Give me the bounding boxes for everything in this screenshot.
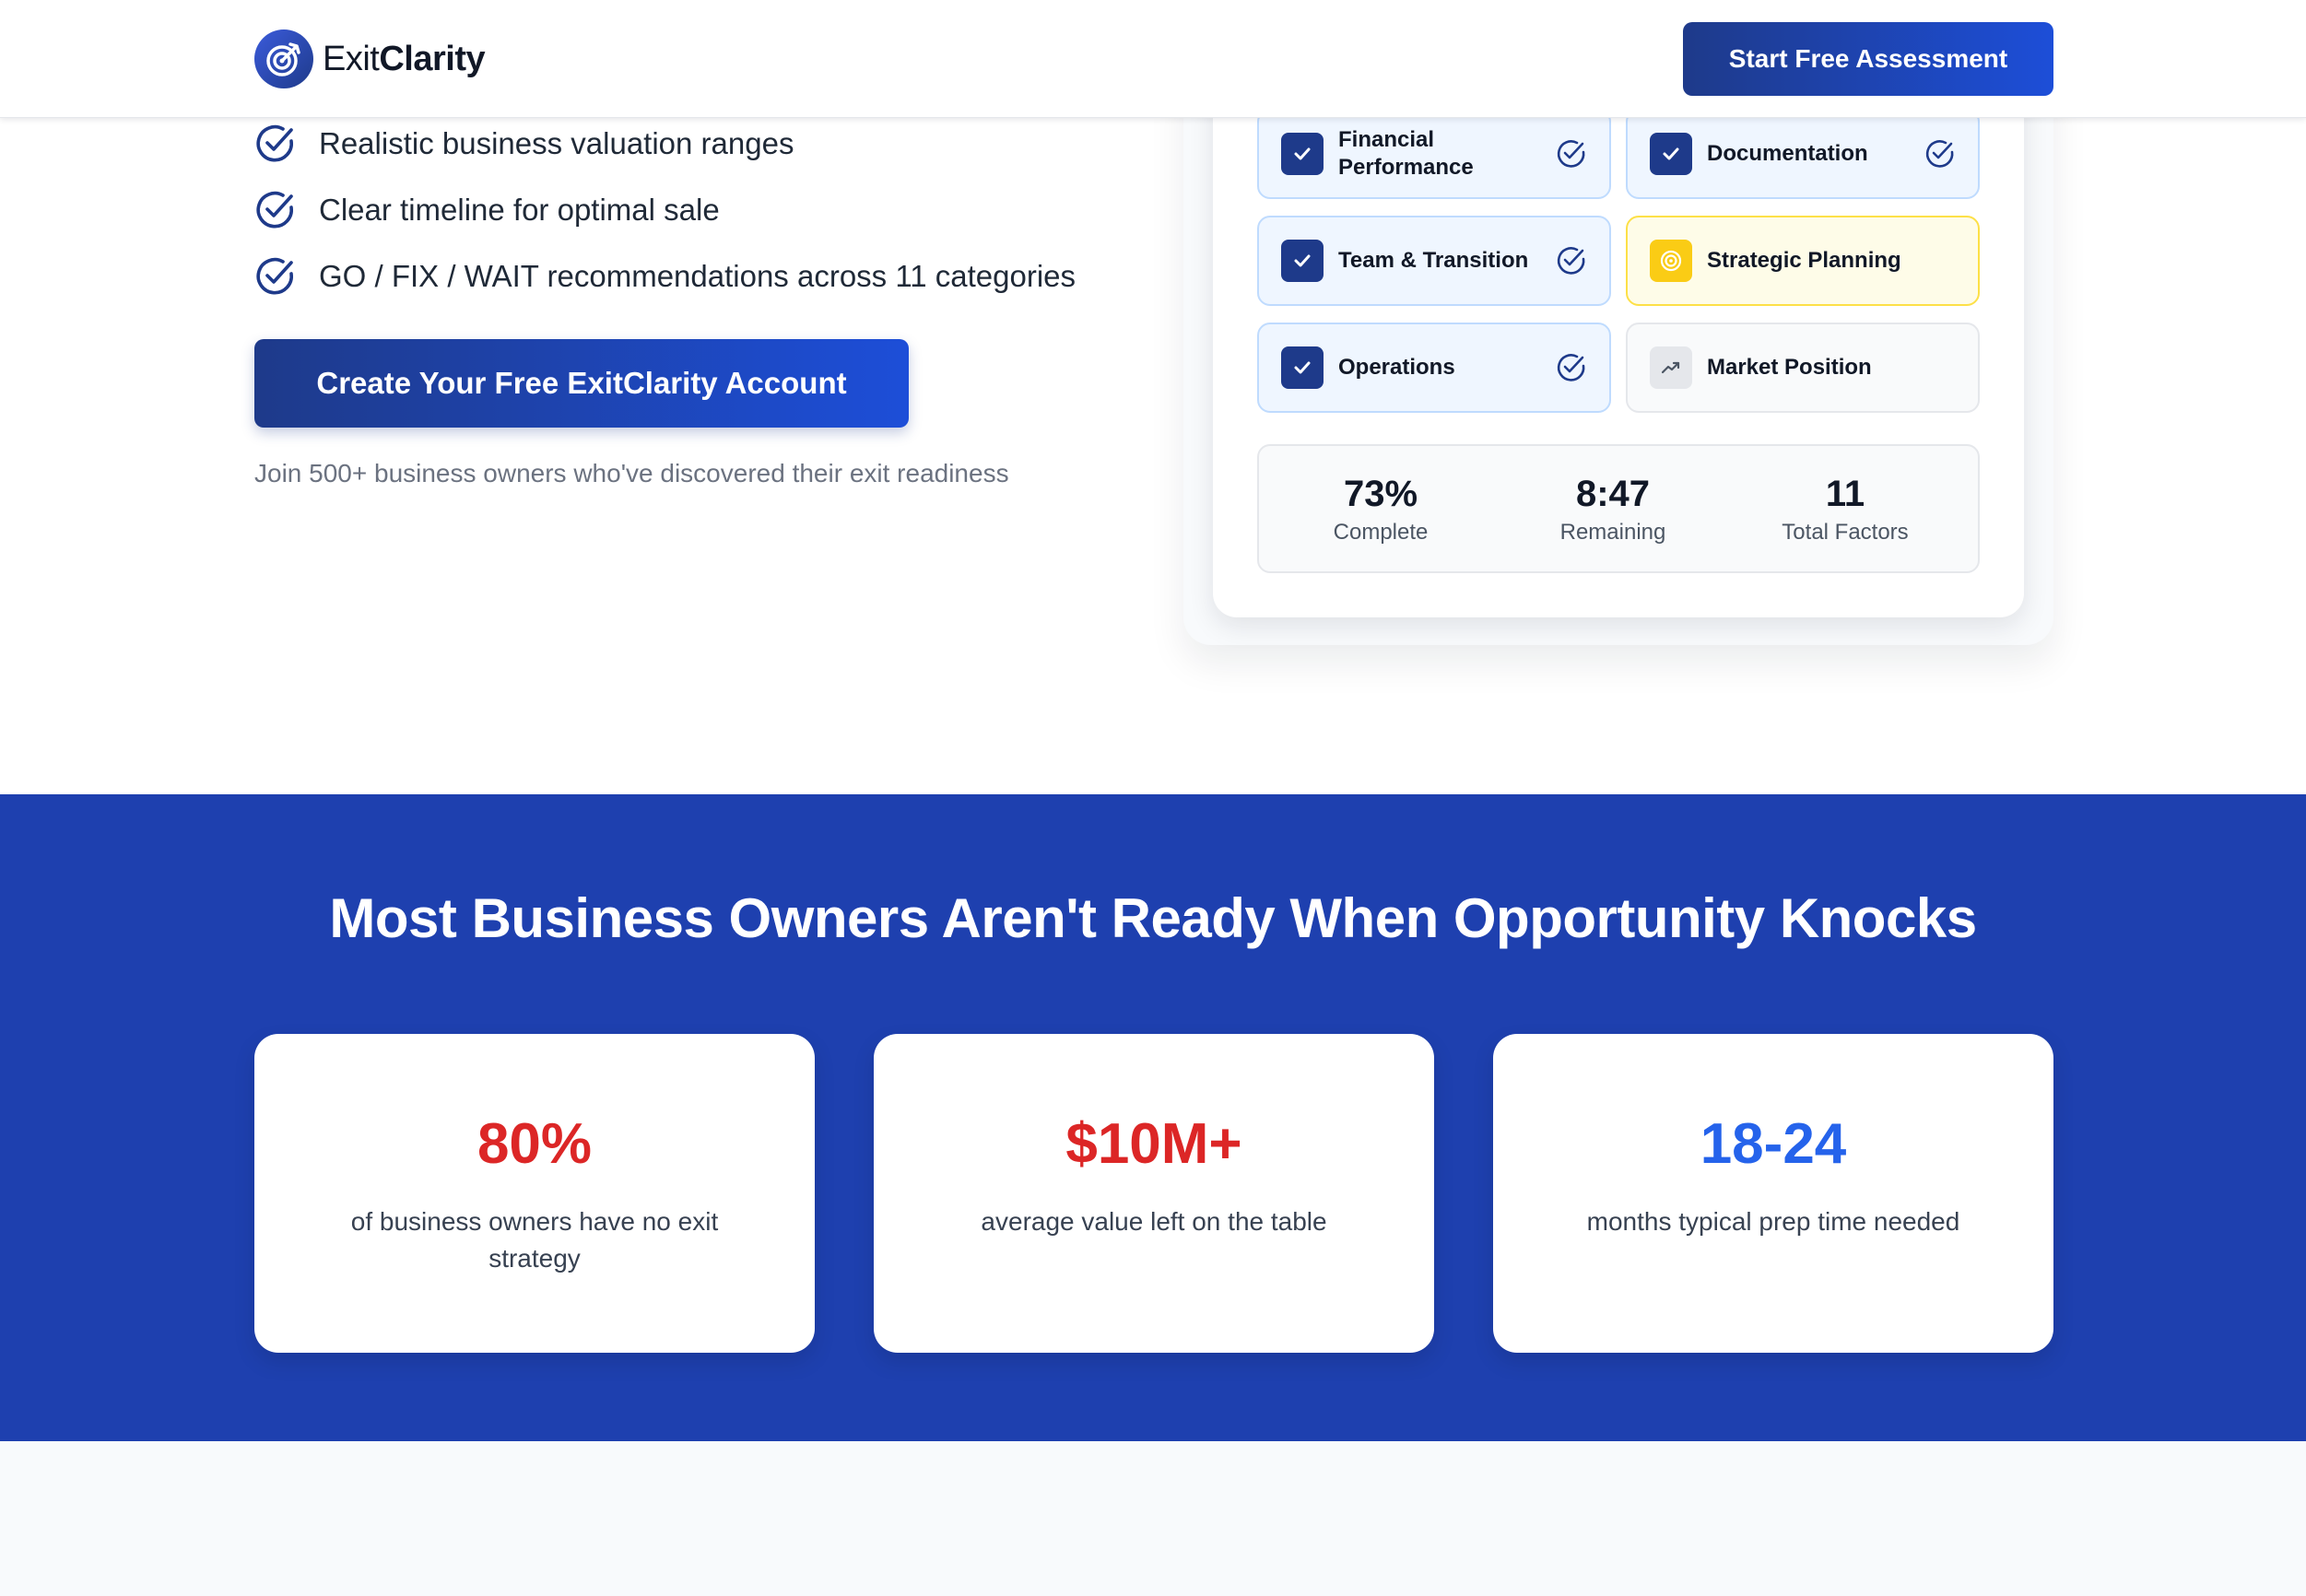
stat-card-value: 80%: [476, 1112, 593, 1176]
check-box-icon: [1281, 346, 1324, 389]
target-icon: [1650, 240, 1692, 282]
stat-label: Total Factors: [1782, 520, 1909, 545]
stat-value: 11: [1825, 474, 1865, 514]
problem-section: Most Business Owners Aren't Ready When O…: [0, 794, 2306, 1441]
stat-value: 8:47: [1575, 474, 1651, 514]
check-box-icon: [1650, 133, 1692, 175]
benefit-item: GO / FIX / WAIT recommendations across 1…: [254, 252, 1076, 300]
benefit-text: Clear timeline for optimal sale: [319, 193, 720, 227]
stat-total-factors: 11 Total Factors: [1735, 472, 1956, 546]
stat-card-no-exit-strategy: 80% of business owners have no exit stra…: [254, 1034, 815, 1353]
stat-value: 73%: [1343, 474, 1418, 514]
stat-card-label: of business owners have no exit strategy: [350, 1207, 719, 1273]
stat-label: Remaining: [1559, 520, 1666, 545]
stat-card-value: 18-24: [1700, 1112, 1847, 1176]
category-financial-performance[interactable]: Financial Performance: [1257, 109, 1611, 199]
benefit-text: GO / FIX / WAIT recommendations across 1…: [319, 259, 1077, 293]
category-team-transition[interactable]: Team & Transition: [1257, 216, 1611, 306]
check-circle-icon: [256, 124, 293, 162]
benefit-item: Realistic business valuation ranges: [254, 120, 794, 168]
stat-card-value: $10M+: [1065, 1112, 1242, 1176]
logo[interactable]: ExitClarity: [254, 29, 486, 88]
category-label: Operations: [1338, 355, 1455, 380]
site-header: ExitClarity Start Free Assessment: [0, 0, 2306, 118]
category-label: Documentation: [1707, 141, 1868, 166]
category-label: Market Position: [1707, 355, 1872, 380]
stat-card-label: average value left on the table: [981, 1207, 1327, 1236]
start-assessment-button[interactable]: Start Free Assessment: [1683, 22, 2053, 96]
check-circle-icon: [256, 257, 293, 295]
category-documentation[interactable]: Documentation: [1626, 109, 1980, 199]
assessment-stats: 73% Complete 8:47 Remaining 11 Total Fac…: [1257, 444, 1980, 573]
section-heading: Most Business Owners Aren't Ready When O…: [329, 887, 1977, 949]
category-operations[interactable]: Operations: [1257, 323, 1611, 413]
stat-card-value-left: $10M+ average value left on the table: [874, 1034, 1434, 1353]
stat-card-prep-time: 18-24 months typical prep time needed: [1493, 1034, 2053, 1353]
target-arrow-icon: [254, 29, 313, 88]
logo-text: ExitClarity: [323, 39, 486, 78]
check-circle-icon: [256, 191, 293, 229]
benefit-text: Realistic business valuation ranges: [319, 126, 794, 160]
stat-complete: 73% Complete: [1270, 472, 1491, 546]
category-market-position[interactable]: Market Position: [1626, 323, 1980, 413]
check-circle-icon: [1557, 247, 1585, 275]
social-proof-note: Join 500+ business owners who've discove…: [254, 459, 1009, 487]
trending-up-icon: [1650, 346, 1692, 389]
next-section-background: [0, 1441, 2306, 1596]
stat-remaining: 8:47 Remaining: [1502, 472, 1724, 546]
category-label: Team & Transition: [1338, 248, 1529, 273]
stat-label: Complete: [1333, 520, 1429, 545]
stat-card-label: months typical prep time needed: [1586, 1207, 1960, 1236]
check-box-icon: [1281, 240, 1324, 282]
check-circle-icon: [1557, 354, 1585, 381]
category-label: Strategic Planning: [1707, 248, 1901, 273]
check-box-icon: [1281, 133, 1324, 175]
check-circle-icon: [1557, 140, 1585, 168]
check-circle-icon: [1925, 140, 1954, 168]
benefit-item: Clear timeline for optimal sale: [254, 186, 720, 234]
category-strategic-planning[interactable]: Strategic Planning: [1626, 216, 1980, 306]
create-account-button[interactable]: Create Your Free ExitClarity Account: [254, 339, 909, 428]
category-label: Financial Performance: [1338, 127, 1474, 180]
